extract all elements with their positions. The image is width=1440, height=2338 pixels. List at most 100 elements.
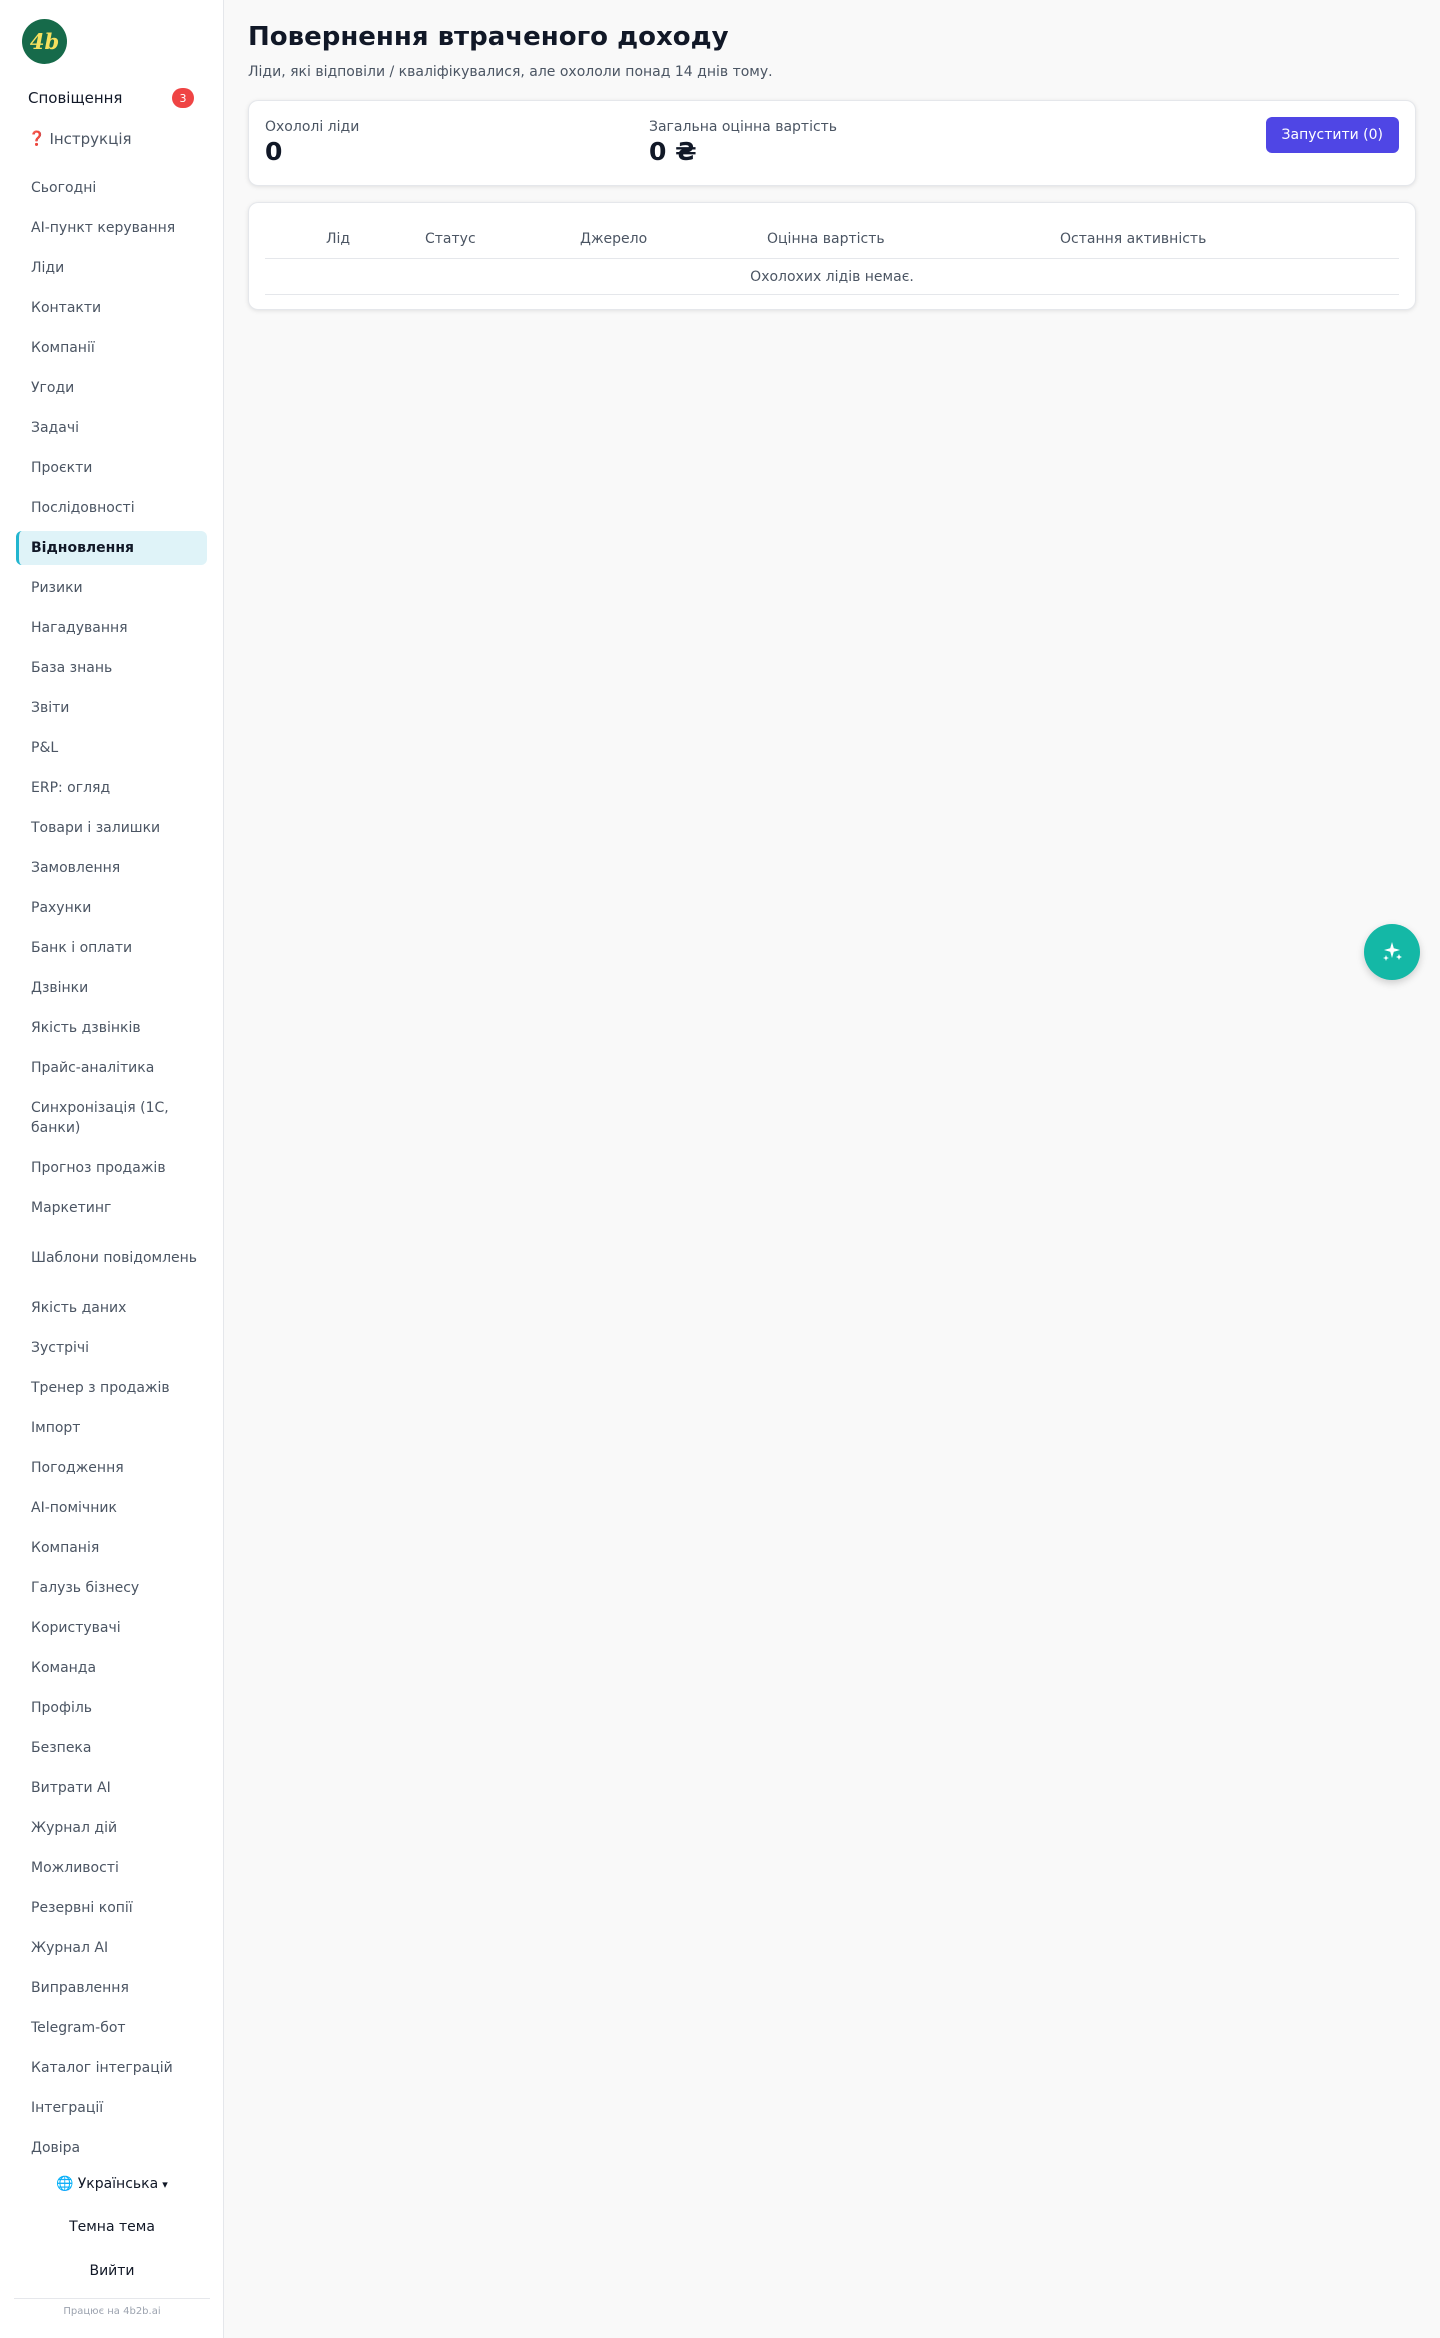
sidebar-item-reminders[interactable]: Нагадування bbox=[16, 611, 207, 645]
sidebar-item-label: Зустрічі bbox=[31, 1340, 90, 1356]
sidebar-item-label: Синхронізація (1С, банки) bbox=[31, 1100, 169, 1136]
sidebar-item-products-stock[interactable]: Товари і залишки bbox=[16, 811, 207, 845]
sidebar: 4b Сповіщення 3 ❓ Інструкція Сьогодні AI… bbox=[0, 0, 224, 2338]
language-select[interactable]: 🌐 Українська ▾ bbox=[0, 2170, 224, 2198]
sidebar-item-leads[interactable]: Ліди bbox=[16, 251, 207, 285]
sidebar-item-label: P&L bbox=[31, 740, 59, 756]
sidebar-item-label: Задачі bbox=[31, 420, 79, 436]
sidebar-item-label: Витрати AI bbox=[31, 1780, 111, 1796]
sidebar-item-sales-coach[interactable]: Тренер з продажів bbox=[16, 1371, 207, 1405]
sidebar-item-label: Якість дзвінків bbox=[31, 1020, 141, 1036]
sidebar-item-projects[interactable]: Проєкти bbox=[16, 451, 207, 485]
sidebar-item-ai-control[interactable]: AI-пункт керування bbox=[16, 211, 207, 245]
total-value-label: Загальна оцінна вартість bbox=[649, 119, 838, 135]
sidebar-item-meetings[interactable]: Зустрічі bbox=[16, 1331, 207, 1365]
sidebar-item-label: Замовлення bbox=[31, 860, 121, 876]
sidebar-item-fixes[interactable]: Виправлення bbox=[16, 1971, 207, 2005]
footer-divider bbox=[14, 2298, 210, 2299]
sidebar-item-label: AI-пункт керування bbox=[31, 220, 176, 236]
sidebar-item-invoices[interactable]: Рахунки bbox=[16, 891, 207, 925]
sidebar-item-orders[interactable]: Замовлення bbox=[16, 851, 207, 885]
logout-button[interactable]: Вийти bbox=[0, 2256, 224, 2286]
notifications-button[interactable]: Сповіщення 3 bbox=[28, 86, 194, 110]
powered-by: Працює на 4b2b.ai bbox=[63, 2306, 161, 2317]
sidebar-item-risks[interactable]: Ризики bbox=[16, 571, 207, 605]
sidebar-item-price-analytics[interactable]: Прайс-аналітика bbox=[16, 1051, 207, 1085]
sidebar-item-approvals[interactable]: Погодження bbox=[16, 1451, 207, 1485]
sidebar-item-data-quality[interactable]: Якість даних bbox=[16, 1291, 207, 1325]
sidebar-item-label: Угоди bbox=[31, 380, 75, 396]
column-header-status[interactable]: Статус bbox=[425, 231, 476, 247]
sidebar-item-knowledge-base[interactable]: База знань bbox=[16, 651, 207, 685]
sidebar-item-ai-log[interactable]: Журнал AI bbox=[16, 1931, 207, 1965]
column-header-estimated-value[interactable]: Оцінна вартість bbox=[767, 231, 885, 247]
sidebar-item-company[interactable]: Компанія bbox=[16, 1531, 207, 1565]
sidebar-item-ai-costs[interactable]: Витрати AI bbox=[16, 1771, 207, 1805]
sidebar-item-label: Прогноз продажів bbox=[31, 1160, 166, 1176]
stats-card: Охололі ліди 0 Загальна оцінна вартість … bbox=[248, 100, 1416, 186]
ai-assistant-fab[interactable] bbox=[1364, 924, 1420, 980]
sidebar-item-profile[interactable]: Профіль bbox=[16, 1691, 207, 1725]
sidebar-item-reports[interactable]: Звіти bbox=[16, 691, 207, 725]
sidebar-item-label: Погодження bbox=[31, 1460, 124, 1476]
sidebar-item-calls[interactable]: Дзвінки bbox=[16, 971, 207, 1005]
sidebar-item-label: Telegram-бот bbox=[31, 2020, 126, 2036]
total-value-value: 0 ₴ bbox=[649, 137, 697, 166]
logo[interactable]: 4b bbox=[22, 19, 67, 64]
sidebar-item-security[interactable]: Безпека bbox=[16, 1731, 207, 1765]
column-header-source[interactable]: Джерело bbox=[580, 231, 647, 247]
column-header-lead[interactable]: Лід bbox=[326, 231, 350, 247]
sidebar-item-label: Відновлення bbox=[31, 540, 135, 556]
sidebar-item-team[interactable]: Команда bbox=[16, 1651, 207, 1685]
sidebar-item-integration-catalog[interactable]: Каталог інтеграцій bbox=[16, 2051, 207, 2085]
sidebar-item-label: Інтеграції bbox=[31, 2100, 104, 2116]
sidebar-item-ai-assistant[interactable]: AI-помічник bbox=[16, 1491, 207, 1525]
sidebar-item-companies[interactable]: Компанії bbox=[16, 331, 207, 365]
globe-icon: 🌐 bbox=[56, 2176, 74, 2192]
sidebar-item-trust[interactable]: Довіра bbox=[16, 2131, 207, 2165]
sidebar-item-import[interactable]: Імпорт bbox=[16, 1411, 207, 1445]
sidebar-item-label: Команда bbox=[31, 1660, 97, 1676]
sidebar-item-bank-payments[interactable]: Банк і оплати bbox=[16, 931, 207, 965]
sidebar-item-industry[interactable]: Галузь бізнесу bbox=[16, 1571, 207, 1605]
cold-leads-value: 0 bbox=[265, 137, 283, 166]
sidebar-item-marketing[interactable]: Маркетинг bbox=[16, 1191, 207, 1225]
sidebar-item-activity-log[interactable]: Журнал дій bbox=[16, 1811, 207, 1845]
sidebar-item-capabilities[interactable]: Можливості bbox=[16, 1851, 207, 1885]
sidebar-item-erp-overview[interactable]: ERP: огляд bbox=[16, 771, 207, 805]
sparkles-icon bbox=[1383, 942, 1402, 961]
sidebar-item-integrations[interactable]: Інтеграції bbox=[16, 2091, 207, 2125]
sidebar-item-message-templates[interactable]: Шаблони повідомлень bbox=[16, 1234, 207, 1282]
sidebar-item-deals[interactable]: Угоди bbox=[16, 371, 207, 405]
empty-state: Охолохих лідів немає. bbox=[265, 259, 1399, 295]
sidebar-item-label: AI-помічник bbox=[31, 1500, 117, 1516]
instructions-link[interactable]: ❓ Інструкція bbox=[28, 128, 132, 150]
sidebar-item-label: Ліди bbox=[31, 260, 65, 276]
sidebar-item-label: Рахунки bbox=[31, 900, 92, 916]
sidebar-item-sequences[interactable]: Послідовності bbox=[16, 491, 207, 525]
sidebar-item-users[interactable]: Користувачі bbox=[16, 1611, 207, 1645]
page-title: Повернення втраченого доходу bbox=[248, 22, 729, 52]
cold-leads-table: Лід Статус Джерело Оцінна вартість Остан… bbox=[248, 202, 1416, 310]
sidebar-item-label: Прайс-аналітика bbox=[31, 1060, 155, 1076]
sidebar-item-pnl[interactable]: P&L bbox=[16, 731, 207, 765]
dark-theme-button[interactable]: Темна тема bbox=[0, 2212, 224, 2242]
run-button[interactable]: Запустити (0) bbox=[1265, 117, 1399, 153]
column-header-last-activity[interactable]: Остання активність bbox=[1060, 231, 1206, 247]
sidebar-item-label: Імпорт bbox=[31, 1420, 81, 1436]
sidebar-item-telegram-bot[interactable]: Telegram-бот bbox=[16, 2011, 207, 2045]
sidebar-item-tasks[interactable]: Задачі bbox=[16, 411, 207, 445]
sidebar-item-sync[interactable]: Синхронізація (1С, банки) bbox=[16, 1094, 207, 1142]
sidebar-item-call-quality[interactable]: Якість дзвінків bbox=[16, 1011, 207, 1045]
sidebar-item-label: Ризики bbox=[31, 580, 83, 596]
sidebar-item-contacts[interactable]: Контакти bbox=[16, 291, 207, 325]
logo-text: 4b bbox=[29, 29, 60, 54]
sidebar-item-recovery[interactable]: Відновлення bbox=[16, 531, 207, 565]
sidebar-item-backups[interactable]: Резервні копії bbox=[16, 1891, 207, 1925]
sidebar-item-label: Звіти bbox=[31, 700, 70, 716]
sidebar-item-sales-forecast[interactable]: Прогноз продажів bbox=[16, 1151, 207, 1185]
sidebar-item-today[interactable]: Сьогодні bbox=[16, 171, 207, 205]
sidebar-item-label: Безпека bbox=[31, 1740, 92, 1756]
sidebar-item-label: Шаблони повідомлень bbox=[31, 1250, 198, 1266]
cold-leads-label: Охололі ліди bbox=[265, 119, 360, 135]
